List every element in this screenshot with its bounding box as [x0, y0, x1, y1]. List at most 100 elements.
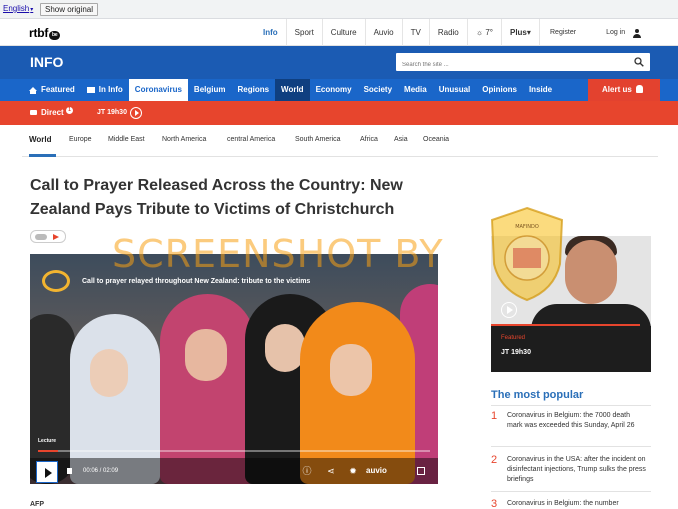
weather-widget[interactable]: ☼ 7°: [468, 19, 502, 46]
jt-link[interactable]: JT 19h30: [97, 109, 127, 116]
popular-link[interactable]: Coronavirus in Belgium: the 7000 death m…: [507, 411, 647, 431]
divider: [491, 491, 651, 492]
subnav-europe[interactable]: Europe: [69, 136, 92, 143]
top-link-tv[interactable]: TV: [403, 19, 430, 46]
camera-icon: [30, 110, 37, 115]
user-icon[interactable]: [633, 28, 642, 38]
menu-label: In Info: [98, 85, 123, 94]
top-link-plus[interactable]: Plus▾: [502, 19, 540, 46]
menu-in-info[interactable]: In Info: [81, 79, 129, 101]
listen-icon: [35, 234, 47, 240]
menu-featured[interactable]: Featured: [23, 79, 81, 101]
menu-society[interactable]: Society: [358, 79, 398, 101]
video-progress-fill: [38, 450, 58, 452]
popular-link[interactable]: Coronavirus in Belgium: the number: [507, 499, 647, 509]
main-menu: Featured In Info Coronavirus Belgium Reg…: [0, 79, 678, 101]
popular-rank: 2: [491, 454, 498, 466]
promo-title[interactable]: JT 19h30: [501, 349, 531, 356]
video-title: Call to prayer relayed throughout New Ze…: [82, 278, 311, 285]
article-headline: Call to Prayer Released Across the Count…: [30, 177, 403, 218]
subnav-oceania[interactable]: Oceania: [423, 136, 449, 143]
play-circle-icon[interactable]: [130, 107, 142, 119]
live-bar: Direct 1 JT 19h30: [0, 101, 678, 125]
video-progress-bar[interactable]: [38, 450, 430, 452]
video-frame: [160, 294, 255, 484]
video-frame: [265, 324, 305, 372]
screenshot-watermark: SCREENSHOT BY: [112, 232, 444, 276]
chevron-down-icon: ▾: [526, 28, 531, 37]
subnav-world[interactable]: World: [29, 135, 52, 144]
search-input[interactable]: [396, 56, 616, 74]
menu-unusual[interactable]: Unusual: [433, 79, 477, 101]
shield-icon: MAFINDO: [490, 206, 564, 302]
show-original-button[interactable]: Show original: [40, 3, 99, 16]
article-source: AFP: [30, 501, 44, 508]
channel-logo-icon: [42, 270, 70, 292]
most-popular-heading: The most popular: [491, 389, 584, 401]
play-button[interactable]: [36, 461, 58, 483]
direct-link[interactable]: Direct: [41, 108, 64, 117]
account-links: Register Log in: [550, 19, 642, 46]
top-link-culture[interactable]: Culture: [323, 19, 366, 46]
subnav-africa[interactable]: Africa: [360, 136, 378, 143]
menu-coronavirus[interactable]: Coronavirus: [128, 79, 188, 101]
video-time: 00:06 / 02:09: [83, 468, 119, 474]
site-name[interactable]: INFO: [30, 54, 63, 70]
volume-icon[interactable]: [67, 468, 72, 474]
info-icon[interactable]: ⓘ: [302, 466, 312, 476]
register-link[interactable]: Register: [550, 29, 576, 36]
menu-media[interactable]: Media: [398, 79, 433, 101]
top-navigation: rtbf be Info Sport Culture Auvio TV Radio…: [0, 19, 678, 46]
menu-belgium[interactable]: Belgium: [188, 79, 232, 101]
play-circle-icon[interactable]: [501, 302, 517, 318]
subnav-north-america[interactable]: North America: [162, 136, 206, 143]
share-icon[interactable]: ⋖: [326, 466, 336, 476]
search-icon[interactable]: [634, 57, 644, 67]
settings-icon[interactable]: ✹: [348, 466, 358, 476]
menu-opinions[interactable]: Opinions: [476, 79, 523, 101]
bell-icon: [635, 85, 643, 93]
logo-badge: be: [49, 31, 61, 40]
home-icon: [29, 86, 37, 94]
login-link[interactable]: Log in: [606, 29, 625, 36]
alert-label: Alert us: [602, 85, 632, 94]
popular-link[interactable]: Coronavirus in the USA: after the incide…: [507, 455, 647, 485]
video-player[interactable]: Call to prayer relayed throughout New Ze…: [30, 254, 438, 484]
video-controls: 00:06 / 02:09 ⓘ ⋖ ✹ auvio: [30, 458, 438, 484]
popular-rank: 1: [491, 410, 498, 422]
menu-world[interactable]: World: [275, 79, 310, 101]
subnav-central-america[interactable]: central America: [227, 136, 275, 143]
menu-regions[interactable]: Regions: [231, 79, 275, 101]
popular-rank: 3: [491, 498, 498, 509]
direct-count-badge: 1: [66, 107, 73, 114]
rtbf-logo[interactable]: rtbf be: [29, 26, 61, 40]
divider: [491, 405, 651, 406]
language-selector[interactable]: English▾: [3, 4, 33, 13]
top-link-info[interactable]: Info: [255, 19, 287, 46]
fullscreen-icon[interactable]: [417, 467, 425, 475]
top-link-sport[interactable]: Sport: [287, 19, 323, 46]
menu-label: Featured: [41, 85, 75, 94]
audio-toggle[interactable]: [30, 230, 66, 243]
subnav-middle-east[interactable]: Middle East: [108, 136, 145, 143]
alert-us-button[interactable]: Alert us: [588, 79, 660, 101]
svg-text:MAFINDO: MAFINDO: [515, 224, 539, 230]
sun-icon: ☼: [475, 28, 484, 37]
site-header: INFO: [0, 46, 678, 79]
promo-progress-bar: [491, 324, 640, 326]
video-label: Lecture: [38, 438, 57, 444]
presenter-image: [531, 304, 651, 330]
menu-inside[interactable]: Inside: [523, 79, 558, 101]
video-frame: [185, 329, 227, 381]
search-box: [396, 53, 650, 74]
divider: [491, 446, 651, 447]
world-subnav: World Europe Middle East North America c…: [22, 125, 658, 157]
subnav-south-america[interactable]: South America: [295, 136, 341, 143]
top-link-auvio[interactable]: Auvio: [366, 19, 403, 46]
presenter-image: [565, 240, 617, 304]
subnav-asia[interactable]: Asia: [394, 136, 408, 143]
featured-label: Featured: [501, 335, 526, 341]
video-frame: [330, 344, 372, 396]
top-link-radio[interactable]: Radio: [430, 19, 468, 46]
menu-economy[interactable]: Economy: [310, 79, 358, 101]
